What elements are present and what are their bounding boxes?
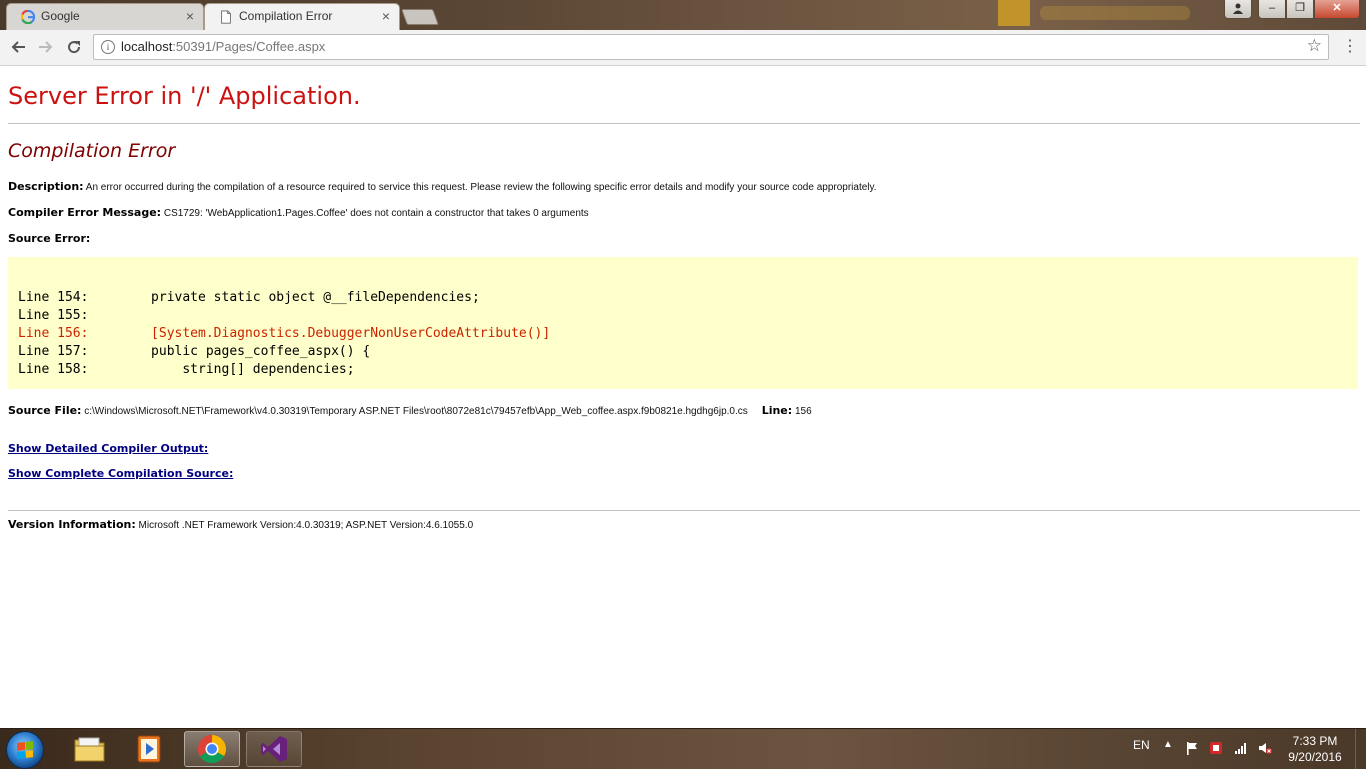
- description-row: Description: An error occurred during th…: [8, 180, 877, 193]
- page-title: Server Error in '/' Application.: [8, 82, 361, 110]
- source-file-row: Source File: c:\Windows\Microsoft.NET\Fr…: [8, 404, 812, 417]
- system-clock[interactable]: 7:33 PM 9/20/2016: [1280, 733, 1350, 765]
- tab-title: Google: [41, 9, 80, 23]
- tab-strip: Google × Compilation Error × – ❐ ✕: [0, 0, 1366, 30]
- antivirus-icon[interactable]: [1209, 741, 1223, 755]
- reload-icon[interactable]: [62, 35, 86, 59]
- language-indicator[interactable]: EN: [1133, 738, 1150, 752]
- description-text: An error occurred during the compilation…: [85, 182, 877, 193]
- page-icon: [221, 10, 231, 24]
- version-info-row: Version Information: Microsoft .NET Fram…: [8, 518, 473, 531]
- chrome-icon: [198, 735, 226, 763]
- maximize-button[interactable]: ❐: [1286, 0, 1314, 19]
- minimize-button[interactable]: –: [1258, 0, 1286, 19]
- version-text: Microsoft .NET Framework Version:4.0.303…: [138, 520, 474, 531]
- code-line-error: Line 156: [System.Diagnostics.DebuggerNo…: [18, 326, 551, 341]
- extension-icon[interactable]: [998, 0, 1030, 26]
- close-icon[interactable]: ×: [382, 4, 390, 29]
- network-signal-icon[interactable]: [1234, 741, 1248, 755]
- bookmark-star-icon[interactable]: ☆: [1307, 36, 1322, 56]
- error-subtitle: Compilation Error: [8, 140, 176, 162]
- menu-icon[interactable]: ⋮: [1342, 36, 1358, 60]
- taskbar: EN ▲ 7:33 PM 9/20/2016: [0, 728, 1366, 769]
- line-label: Line:: [761, 404, 793, 417]
- compiler-message-row: Compiler Error Message: CS1729: 'WebAppl…: [8, 206, 589, 219]
- action-center-flag-icon[interactable]: [1185, 741, 1199, 755]
- show-hidden-icons-icon[interactable]: ▲: [1163, 739, 1173, 750]
- new-tab-button[interactable]: [401, 9, 439, 25]
- show-complete-compilation-source-link[interactable]: Show Complete Compilation Source:: [8, 467, 233, 480]
- browser-toolbar: i localhost:50391/Pages/Coffee.aspx ☆ ⋮: [0, 30, 1366, 66]
- address-path: :50391/Pages/Coffee.aspx: [172, 39, 326, 54]
- divider: [8, 123, 1360, 124]
- folder-icon: [74, 737, 105, 762]
- google-icon: [21, 10, 35, 24]
- tab-google[interactable]: Google ×: [6, 3, 204, 30]
- window-close-button[interactable]: ✕: [1314, 0, 1360, 19]
- source-file-label: Source File:: [8, 404, 82, 417]
- volume-muted-icon[interactable]: [1258, 741, 1272, 755]
- source-file-path: c:\Windows\Microsoft.NET\Framework\v4.0.…: [84, 406, 748, 417]
- address-bar[interactable]: i localhost:50391/Pages/Coffee.aspx ☆: [93, 34, 1329, 60]
- taskbar-media-player[interactable]: [122, 731, 178, 767]
- taskbar-explorer[interactable]: [62, 731, 118, 767]
- clock-time: 7:33 PM: [1292, 734, 1338, 748]
- source-error-label: Source Error:: [8, 232, 91, 245]
- address-host: localhost: [121, 39, 173, 54]
- source-code-block: Line 154: private static object @__fileD…: [8, 257, 1358, 389]
- user-icon[interactable]: [1224, 0, 1252, 19]
- address-text: localhost:50391/Pages/Coffee.aspx: [121, 39, 325, 54]
- extension-area: [1040, 6, 1190, 20]
- divider: [8, 510, 1360, 511]
- code-line: Line 155:: [18, 308, 89, 323]
- windows-logo-icon: [17, 741, 33, 759]
- code-line: Line 157: public pages_coffee_aspx() {: [18, 344, 371, 359]
- media-player-icon: [137, 735, 161, 763]
- version-label: Version Information:: [8, 518, 136, 531]
- close-icon[interactable]: ×: [186, 4, 194, 29]
- compiler-message-text: CS1729: 'WebApplication1.Pages.Coffee' d…: [163, 208, 589, 219]
- info-icon[interactable]: i: [101, 40, 115, 54]
- forward-arrow-icon[interactable]: [34, 35, 58, 59]
- tab-title: Compilation Error: [239, 9, 333, 23]
- show-detailed-compiler-output-link[interactable]: Show Detailed Compiler Output:: [8, 442, 208, 455]
- description-label: Description:: [8, 180, 84, 193]
- tab-compilation-error[interactable]: Compilation Error ×: [204, 3, 400, 30]
- taskbar-visual-studio[interactable]: [246, 731, 302, 767]
- taskbar-chrome[interactable]: [184, 731, 240, 767]
- line-value: 156: [794, 406, 812, 417]
- back-arrow-icon[interactable]: [6, 35, 30, 59]
- code-line: Line 154: private static object @__fileD…: [18, 290, 480, 305]
- start-button[interactable]: [6, 731, 44, 769]
- window-controls: – ❐ ✕: [1224, 0, 1360, 19]
- show-desktop-button[interactable]: [1355, 729, 1366, 769]
- compiler-message-label: Compiler Error Message:: [8, 206, 162, 219]
- source-error-row: Source Error:: [8, 232, 90, 245]
- visual-studio-icon: [261, 736, 287, 762]
- clock-date: 9/20/2016: [1288, 750, 1342, 764]
- code-line: Line 158: string[] dependencies;: [18, 362, 355, 377]
